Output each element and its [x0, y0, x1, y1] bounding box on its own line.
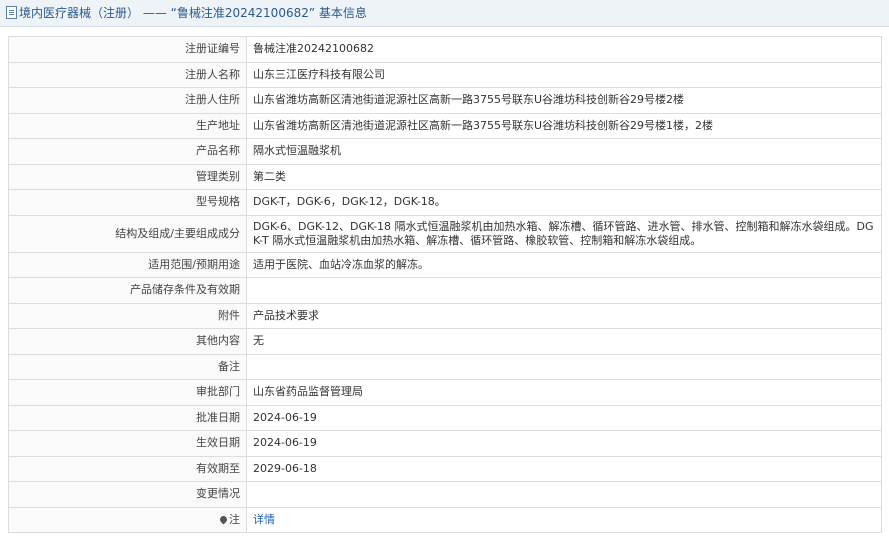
row-value: 山东省潍坊高新区清池街道泥源社区高新一路3755号联东U谷潍坊科技创新谷29号楼…	[246, 87, 882, 114]
row-value: 山东省潍坊高新区清池街道泥源社区高新一路3755号联东U谷潍坊科技创新谷29号楼…	[246, 112, 882, 139]
row-value: 鲁械注准20242100682	[246, 36, 882, 63]
table-row: 生产地址 山东省潍坊高新区清池街道泥源社区高新一路3755号联东U谷潍坊科技创新…	[8, 112, 882, 139]
row-label: 型号规格	[8, 189, 247, 216]
row-label: 附件	[8, 302, 247, 329]
table-row: 批准日期 2024-06-19	[8, 404, 882, 431]
row-value: 第二类	[246, 163, 882, 190]
document-icon	[6, 6, 17, 19]
row-label: 产品储存条件及有效期	[8, 277, 247, 304]
page-header: 境内医疗器械（注册） —— “鲁械注准20242100682” 基本信息	[0, 0, 889, 27]
table-row: 备注	[8, 353, 882, 380]
header-reg-number: “鲁械注准20242100682”	[170, 6, 316, 20]
row-label: 管理类别	[8, 163, 247, 190]
row-label: 有效期至	[8, 455, 247, 482]
row-value: 无	[246, 328, 882, 355]
row-label: 批准日期	[8, 404, 247, 431]
note-row: 注 详情	[8, 506, 882, 533]
row-value: 适用于医院、血站冷冻血浆的解冻。	[246, 251, 882, 278]
row-label: 适用范围/预期用途	[8, 251, 247, 278]
table-row: 管理类别 第二类	[8, 163, 882, 190]
note-value-cell: 详情	[246, 506, 882, 533]
row-value: 2024-06-19	[246, 404, 882, 431]
row-label: 备注	[8, 353, 247, 380]
row-value: 山东三江医疗科技有限公司	[246, 61, 882, 88]
row-label: 其他内容	[8, 328, 247, 355]
header-suffix: 基本信息	[315, 6, 367, 20]
row-value: 隔水式恒温融浆机	[246, 138, 882, 165]
table-row: 产品名称 隔水式恒温融浆机	[8, 138, 882, 165]
table-row: 产品储存条件及有效期	[8, 277, 882, 304]
table-row: 型号规格 DGK-T，DGK-6，DGK-12，DGK-18。	[8, 189, 882, 216]
details-link[interactable]: 详情	[253, 513, 275, 526]
table-row: 附件 产品技术要求	[8, 302, 882, 329]
row-value: DGK-T，DGK-6，DGK-12，DGK-18。	[246, 189, 882, 216]
row-value	[246, 277, 882, 304]
note-label: 注	[229, 512, 240, 526]
row-label: 生效日期	[8, 430, 247, 457]
row-label: 生产地址	[8, 112, 247, 139]
row-label: 注册人名称	[8, 61, 247, 88]
table-row: 有效期至 2029-06-18	[8, 455, 882, 482]
table-row: 注册人住所 山东省潍坊高新区清池街道泥源社区高新一路3755号联东U谷潍坊科技创…	[8, 87, 882, 114]
row-value	[246, 481, 882, 508]
row-label: 审批部门	[8, 379, 247, 406]
row-value: 山东省药品监督管理局	[246, 379, 882, 406]
table-row: 变更情况	[8, 481, 882, 508]
row-label: 注册证编号	[8, 36, 247, 63]
table-row: 结构及组成/主要组成成分 DGK-6、DGK-12、DGK-18 隔水式恒温融浆…	[8, 214, 882, 253]
row-label: 变更情况	[8, 481, 247, 508]
header-category: 境内医疗器械（注册）	[19, 6, 140, 20]
table-row: 注册人名称 山东三江医疗科技有限公司	[8, 61, 882, 88]
row-label: 产品名称	[8, 138, 247, 165]
row-value: 2024-06-19	[246, 430, 882, 457]
note-label-cell: 注	[8, 506, 247, 533]
pin-icon	[218, 514, 229, 525]
table-row: 适用范围/预期用途 适用于医院、血站冷冻血浆的解冻。	[8, 251, 882, 278]
table-row: 注册证编号 鲁械注准20242100682	[8, 36, 882, 63]
row-label: 结构及组成/主要组成成分	[8, 214, 247, 253]
row-value	[246, 353, 882, 380]
header-separator: ——	[139, 6, 171, 20]
table-row: 审批部门 山东省药品监督管理局	[8, 379, 882, 406]
row-value: 产品技术要求	[246, 302, 882, 329]
info-table: 注册证编号 鲁械注准20242100682 注册人名称 山东三江医疗科技有限公司…	[8, 36, 882, 533]
table-row: 其他内容 无	[8, 328, 882, 355]
table-row: 生效日期 2024-06-19	[8, 430, 882, 457]
row-value: DGK-6、DGK-12、DGK-18 隔水式恒温融浆机由加热水箱、解冻槽、循环…	[246, 214, 882, 253]
row-label: 注册人住所	[8, 87, 247, 114]
row-value: 2029-06-18	[246, 455, 882, 482]
